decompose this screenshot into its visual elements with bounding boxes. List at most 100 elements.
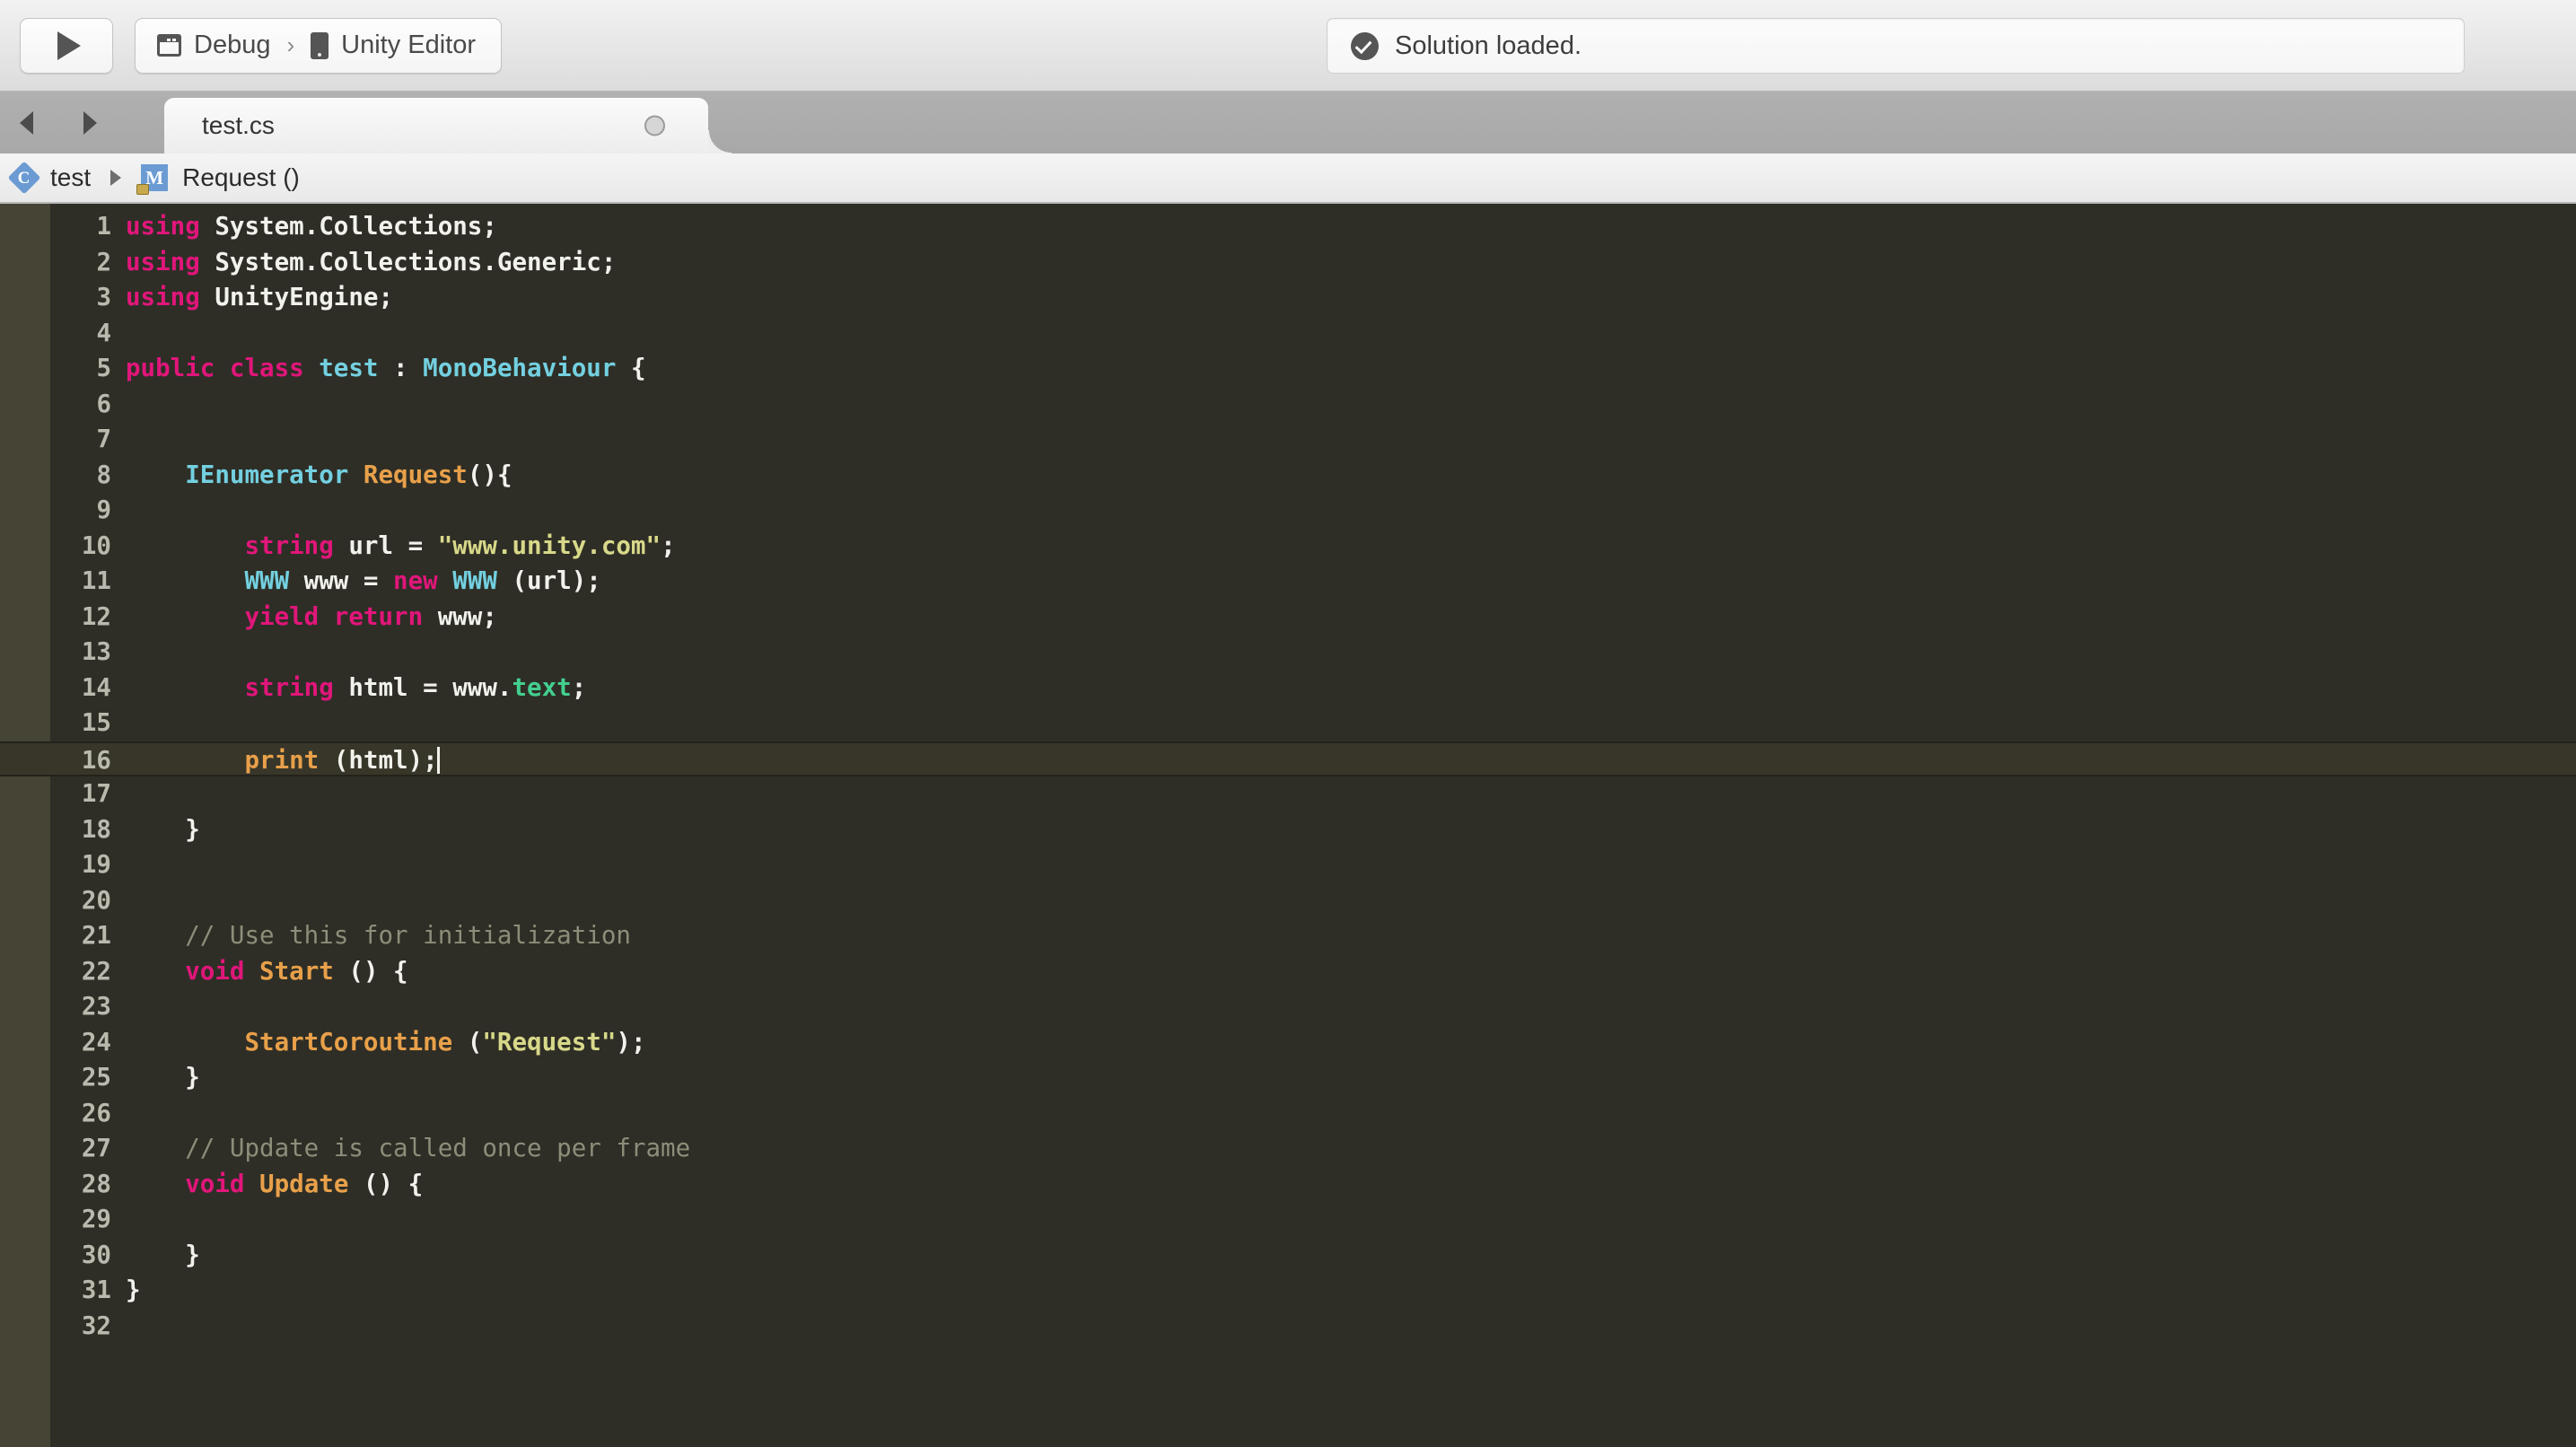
line-source: // Update is called once per frame (126, 1134, 690, 1162)
code-line[interactable]: 25 } (0, 1060, 2576, 1096)
line-source: } (126, 815, 200, 844)
line-source: } (126, 1063, 200, 1092)
code-line[interactable]: 7 (0, 422, 2576, 458)
line-source: void Start () { (126, 956, 407, 986)
token-mem: text (512, 672, 572, 702)
line-number: 3 (96, 283, 111, 311)
line-number: 20 (81, 885, 111, 915)
tab-test-cs[interactable]: test.cs (164, 98, 732, 153)
code-line[interactable]: 4 (0, 316, 2576, 352)
code-line[interactable]: 30 } (0, 1238, 2576, 1274)
token-kw: using (126, 247, 200, 276)
code-line[interactable]: 11 WWW www = new WWW (url); (0, 564, 2576, 600)
line-number: 29 (81, 1205, 111, 1233)
code-editor[interactable]: 1 using System.Collections; 2 using System.… (0, 204, 2576, 1447)
code-line[interactable]: 3 using UnityEngine; (0, 280, 2576, 316)
token-str: "Request" (482, 1027, 617, 1057)
code-line[interactable]: 8 IEnumerator Request(){ (0, 458, 2576, 494)
token-pln (126, 566, 244, 595)
token-kw: using (126, 212, 200, 241)
code-line[interactable]: 2 using System.Collections.Generic; (0, 245, 2576, 281)
token-cmt: // Update is called once per frame (185, 1134, 691, 1162)
token-pln: System.Collections.Generic; (199, 247, 617, 276)
tab-strip: test.cs (0, 92, 2576, 153)
code-line[interactable]: 20 (0, 883, 2576, 919)
arrow-left-icon[interactable] (20, 111, 33, 135)
code-line[interactable]: 9 (0, 493, 2576, 529)
code-line[interactable]: 21 // Use this for initialization (0, 918, 2576, 954)
token-pln (126, 921, 185, 950)
line-number: 10 (81, 531, 111, 560)
code-line[interactable]: 10 string url = "www.unity.com"; (0, 529, 2576, 565)
arrow-right-icon[interactable] (83, 111, 97, 135)
token-pln (126, 460, 185, 489)
token-kw: yield return (244, 601, 424, 631)
line-source: yield return www; (126, 601, 497, 631)
token-pln: www = (289, 566, 394, 595)
code-line[interactable]: 16 print (html); (0, 741, 2576, 776)
code-line[interactable]: 29 (0, 1202, 2576, 1238)
token-kw: string (244, 672, 334, 702)
code-line[interactable]: 5 public class test : MonoBehaviour { (0, 351, 2576, 387)
code-line[interactable]: 15 (0, 706, 2576, 741)
code-line[interactable]: 6 (0, 387, 2576, 423)
line-number: 25 (81, 1063, 111, 1092)
token-pln: url = (333, 531, 438, 560)
token-kw: void (185, 1169, 245, 1198)
token-pln (244, 957, 259, 986)
run-button[interactable] (20, 17, 113, 74)
line-source: } (126, 1276, 141, 1304)
line-source: StartCoroutine ("Request"); (126, 1027, 645, 1057)
code-line[interactable]: 19 (0, 847, 2576, 883)
token-pln (126, 673, 244, 702)
code-line[interactable]: 24 StartCoroutine ("Request"); (0, 1025, 2576, 1061)
token-fn: Start (259, 956, 334, 986)
code-line[interactable]: 26 (0, 1096, 2576, 1132)
code-line[interactable]: 31} (0, 1273, 2576, 1309)
line-source: string url = "www.unity.com"; (126, 531, 675, 560)
target-label: Unity Editor (341, 31, 477, 59)
token-pln: ( (452, 1027, 483, 1057)
tab-label: test.cs (202, 111, 275, 139)
device-icon (311, 31, 329, 59)
line-number: 22 (81, 956, 111, 986)
line-number: 27 (81, 1134, 111, 1162)
token-pln: www; (423, 601, 497, 631)
close-circle-icon[interactable] (644, 115, 665, 136)
code-line[interactable]: 18 } (0, 812, 2576, 848)
configuration-segment[interactable]: Debug (157, 31, 270, 60)
line-source: IEnumerator Request(){ (126, 460, 512, 489)
run-configuration-selector[interactable]: Debug › Unity Editor (135, 17, 503, 74)
code-line[interactable]: 32 (0, 1309, 2576, 1345)
code-line[interactable]: 13 (0, 635, 2576, 671)
line-number: 17 (81, 779, 111, 808)
code-line[interactable]: 22 void Start () { (0, 954, 2576, 990)
line-source: void Update () { (126, 1170, 423, 1198)
line-source: using System.Collections; (126, 212, 497, 241)
window-icon (157, 34, 181, 57)
token-pln: } (126, 1240, 200, 1269)
code-line[interactable]: 23 (0, 989, 2576, 1025)
method-square-icon: M (136, 164, 169, 195)
code-line[interactable]: 1 using System.Collections; (0, 209, 2576, 245)
play-triangle-icon (57, 31, 81, 60)
token-kw: using (126, 283, 200, 311)
line-number: 15 (81, 708, 111, 737)
line-number: 13 (81, 637, 111, 666)
target-segment[interactable]: Unity Editor (311, 31, 476, 60)
breadcrumb-item-method[interactable]: M Request () (136, 163, 300, 195)
code-lines[interactable]: 1 using System.Collections; 2 using System.… (0, 204, 2576, 1447)
status-bar[interactable]: Solution loaded. (1327, 18, 2465, 74)
code-line[interactable]: 27 // Update is called once per frame (0, 1131, 2576, 1167)
line-number: 6 (96, 389, 111, 418)
line-number: 26 (81, 1098, 111, 1127)
line-number: 30 (81, 1240, 111, 1269)
line-source: using System.Collections.Generic; (126, 248, 616, 276)
token-pln (348, 460, 364, 489)
line-source: WWW www = new WWW (url); (126, 566, 600, 595)
breadcrumb-item-class[interactable]: C test (7, 161, 91, 195)
code-line[interactable]: 17 (0, 776, 2576, 812)
code-line[interactable]: 12 yield return www; (0, 600, 2576, 636)
code-line[interactable]: 28 void Update () { (0, 1167, 2576, 1203)
code-line[interactable]: 14 string html = www.text; (0, 671, 2576, 706)
